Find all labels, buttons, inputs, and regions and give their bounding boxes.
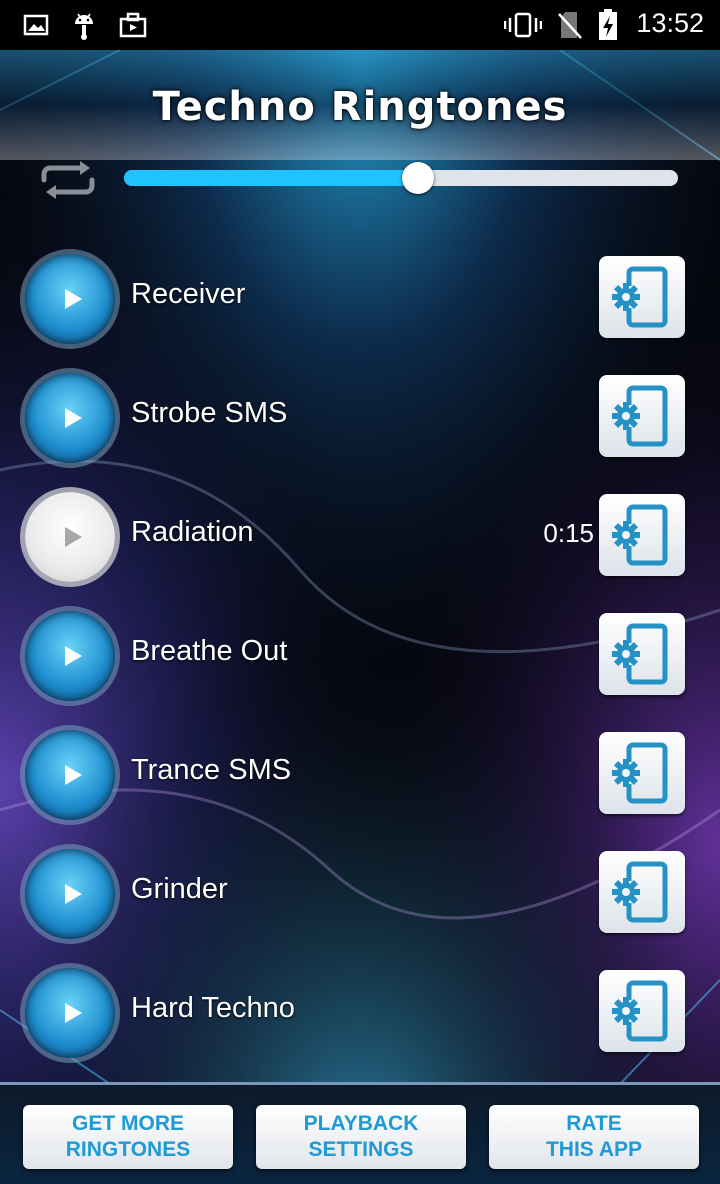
play-button[interactable]	[25, 492, 115, 582]
play-button[interactable]	[25, 254, 115, 344]
ringtone-duration: 0:15	[543, 518, 594, 548]
app-title: Techno Ringtones	[152, 84, 568, 130]
repeat-icon	[41, 161, 95, 199]
gear-phone-icon	[612, 266, 668, 328]
play-button[interactable]	[25, 373, 115, 463]
ringtone-row: Hard Techno	[0, 952, 720, 1071]
ringtone-settings-button[interactable]	[599, 375, 685, 457]
footer-bar: GET MORE RINGTONES PLAYBACK SETTINGS RAT…	[0, 1082, 720, 1184]
ringtone-row: Receiver	[0, 238, 720, 357]
play-button[interactable]	[25, 968, 115, 1058]
play-icon	[65, 408, 82, 428]
button-label-line-1: RATE	[566, 1112, 622, 1135]
slider-fill	[124, 170, 418, 186]
ringtone-row: Trance SMS	[0, 714, 720, 833]
status-bar: 13:52	[0, 0, 720, 50]
play-button[interactable]	[25, 849, 115, 939]
ringtone-settings-button[interactable]	[599, 494, 685, 576]
gear-phone-icon	[612, 623, 668, 685]
ringtone-settings-button[interactable]	[599, 613, 685, 695]
ringtone-settings-button[interactable]	[599, 732, 685, 814]
button-label-line-2: SETTINGS	[308, 1138, 414, 1161]
app-header: Techno Ringtones	[0, 50, 720, 160]
rate-app-button[interactable]: RATE THIS APP	[489, 1105, 699, 1169]
play-icon	[65, 884, 82, 904]
gallery-icon	[22, 10, 50, 40]
playback-settings-button[interactable]: PLAYBACK SETTINGS	[256, 1105, 466, 1169]
vibrate-icon	[504, 10, 542, 40]
play-icon	[65, 289, 82, 309]
battery-charging-icon	[596, 9, 620, 40]
play-icon	[65, 1003, 82, 1023]
no-sim-icon	[556, 10, 584, 40]
play-icon	[65, 646, 82, 666]
android-debug-icon	[70, 10, 98, 40]
button-label-line-2: RINGTONES	[65, 1138, 191, 1161]
clock: 13:52	[636, 8, 704, 38]
ringtone-name: Trance SMS	[131, 754, 292, 786]
ringtone-name: Radiation	[131, 516, 254, 548]
ringtone-name: Hard Techno	[131, 992, 295, 1024]
gear-phone-icon	[612, 504, 668, 566]
play-button[interactable]	[25, 730, 115, 820]
ringtone-settings-button[interactable]	[599, 970, 685, 1052]
play-button[interactable]	[25, 611, 115, 701]
gear-phone-icon	[612, 742, 668, 804]
ringtone-name: Strobe SMS	[131, 397, 288, 429]
ringtone-row: Breathe Out	[0, 595, 720, 714]
button-label-line-1: PLAYBACK	[303, 1112, 419, 1135]
slider-thumb[interactable]	[401, 162, 434, 194]
get-more-ringtones-button[interactable]: GET MORE RINGTONES	[23, 1105, 233, 1169]
ringtone-name: Breathe Out	[131, 635, 288, 667]
play-icon	[65, 765, 82, 785]
gear-phone-icon	[612, 385, 668, 447]
gear-phone-icon	[612, 861, 668, 923]
briefcase-icon	[118, 10, 148, 40]
repeat-button[interactable]	[34, 158, 102, 202]
ringtone-row: Radiation 0:15	[0, 476, 720, 595]
ringtone-name: Grinder	[131, 873, 228, 905]
playback-progress-slider[interactable]	[124, 162, 678, 194]
ringtone-name: Receiver	[131, 278, 246, 310]
ringtone-settings-button[interactable]	[599, 851, 685, 933]
ringtone-settings-button[interactable]	[599, 256, 685, 338]
gear-phone-icon	[612, 980, 668, 1042]
button-label-line-2: THIS APP	[545, 1138, 643, 1161]
play-icon	[65, 527, 82, 547]
button-label-line-1: GET MORE	[71, 1112, 184, 1135]
ringtone-row: Strobe SMS	[0, 357, 720, 476]
ringtone-row: Grinder	[0, 833, 720, 952]
